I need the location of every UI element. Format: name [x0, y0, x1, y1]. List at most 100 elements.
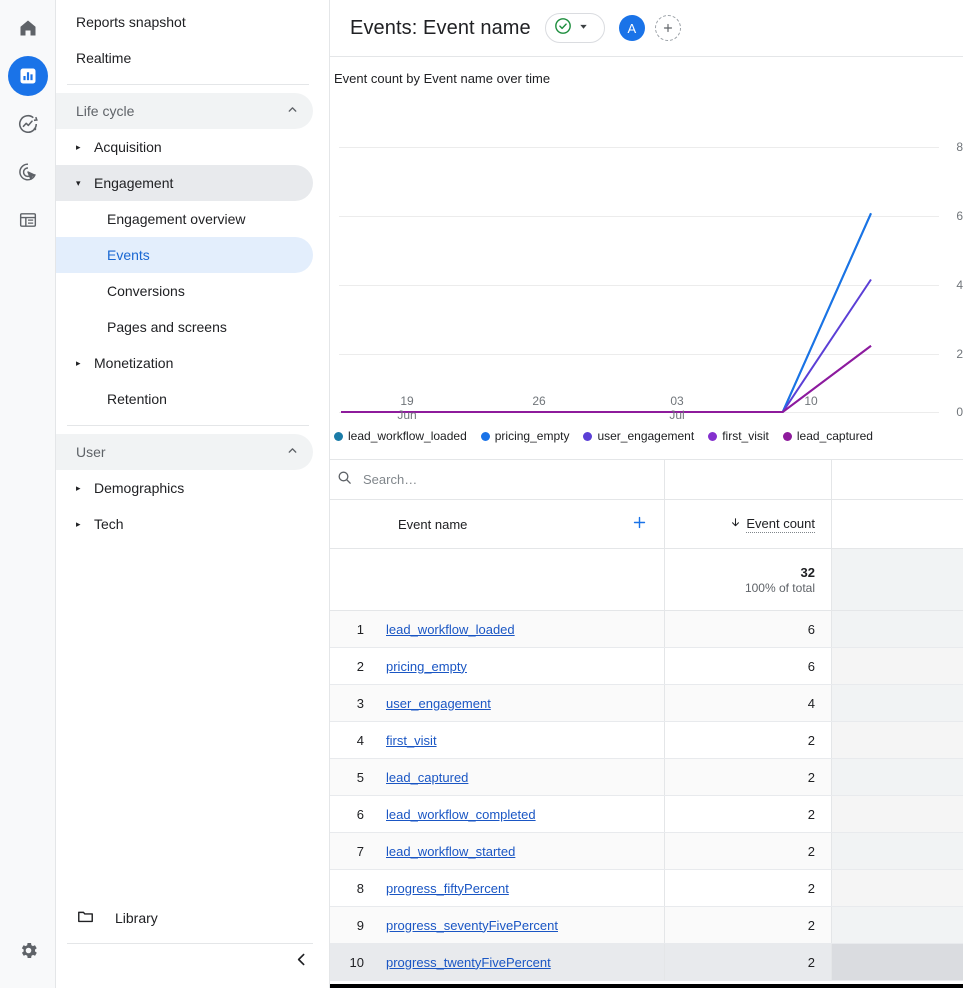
legend-color-dot [334, 431, 343, 441]
sidebar-item-demographics[interactable]: ▸ Demographics [56, 470, 313, 506]
chart-legend: lead_workflow_loaded pricing_empty user_en… [330, 426, 963, 443]
cell-extra-metric [832, 796, 963, 832]
sidebar-item-label: Monetization [94, 355, 174, 371]
reports-bar-chart-icon[interactable] [7, 56, 48, 96]
configure-list-icon[interactable] [8, 200, 48, 240]
main-content: Events: Event name A Event count by Even… [330, 0, 963, 988]
totals-cell-dimension [330, 549, 665, 610]
row-rank: 9 [356, 917, 364, 933]
table-row[interactable]: 9 progress_seventyFivePercent 2 [330, 907, 963, 944]
cell-event-name: 10 progress_twentyFivePercent [330, 944, 665, 980]
table-row[interactable]: 1 lead_workflow_loaded 6 [330, 611, 963, 648]
legend-label: lead_captured [796, 429, 873, 443]
event-name-link[interactable]: user_engagement [376, 696, 491, 711]
event-name-link[interactable]: progress_twentyFivePercent [376, 955, 551, 970]
report-status-dropdown[interactable] [544, 13, 605, 43]
sidebar-item-monetization[interactable]: ▸ Monetization [56, 345, 313, 381]
cell-event-name: 5 lead_captured [330, 759, 665, 795]
sidebar-item-events[interactable]: Events [56, 237, 313, 273]
sidebar-item-library[interactable]: Library [56, 900, 314, 936]
event-name-link[interactable]: pricing_empty [376, 659, 467, 674]
event-name-link[interactable]: lead_workflow_loaded [376, 622, 515, 637]
event-name-link[interactable]: progress_seventyFivePercent [376, 918, 558, 933]
cell-event-count: 2 [665, 907, 832, 943]
row-rank: 6 [356, 806, 364, 822]
triangle-right-icon: ▸ [76, 482, 81, 493]
chart-series-layer [341, 212, 872, 413]
table-row[interactable]: 2 pricing_empty 6 [330, 648, 963, 685]
table-row[interactable]: 4 first_visit 2 [330, 722, 963, 759]
table-row[interactable]: 8 progress_fiftyPercent 2 [330, 870, 963, 907]
add-user-button[interactable] [654, 15, 681, 41]
triangle-right-icon: ▸ [76, 357, 81, 368]
sidebar-item-tech[interactable]: ▸ Tech [56, 506, 313, 542]
legend-label: pricing_empty [494, 429, 570, 443]
explore-trend-icon[interactable] [8, 104, 48, 144]
cell-extra-metric [832, 685, 963, 721]
page-header: Events: Event name A [330, 0, 963, 57]
row-rank: 2 [356, 658, 364, 674]
total-event-count: 32 [800, 564, 815, 580]
row-rank: 1 [356, 621, 364, 637]
sidebar-item-realtime[interactable]: Realtime [56, 40, 313, 76]
event-name-link[interactable]: progress_fiftyPercent [376, 881, 509, 896]
sidebar-group-life-cycle[interactable]: Life cycle [56, 93, 313, 129]
gear-icon[interactable] [8, 930, 48, 970]
row-rank: 7 [356, 843, 364, 859]
cell-event-name: 6 lead_workflow_completed [330, 796, 665, 832]
sidebar-item-engagement[interactable]: ▾ Engagement [56, 165, 313, 201]
sidebar-item-label: Library [115, 910, 158, 926]
cell-event-count: 2 [665, 870, 832, 906]
legend-item[interactable]: pricing_empty [480, 429, 570, 443]
row-rank: 4 [356, 732, 364, 748]
advertising-target-icon[interactable] [8, 152, 48, 192]
legend-label: lead_workflow_loaded [348, 429, 467, 443]
cell-event-name: 7 lead_workflow_started [330, 833, 665, 869]
header-cell-dimension: Event name [330, 500, 665, 548]
row-rank: 5 [356, 769, 364, 785]
legend-item[interactable]: lead_workflow_loaded [334, 429, 467, 443]
event-name-link[interactable]: lead_captured [376, 770, 468, 785]
folder-icon [76, 907, 95, 929]
sidebar-item-reports-snapshot[interactable]: Reports snapshot [56, 4, 313, 40]
sidebar-divider-1 [67, 84, 309, 85]
arrow-down-icon [729, 516, 742, 532]
sidebar-divider-3 [67, 943, 313, 944]
icon-rail [0, 0, 56, 988]
legend-item[interactable]: user_engagement [583, 429, 694, 443]
cell-event-name: 9 progress_seventyFivePercent [330, 907, 665, 943]
sidebar-item-conversions[interactable]: Conversions [56, 273, 313, 309]
legend-item[interactable]: first_visit [708, 429, 769, 443]
sidebar-item-label: Realtime [76, 50, 132, 66]
sidebar-item-retention[interactable]: Retention [56, 381, 313, 417]
table-body: 1 lead_workflow_loaded 6 2 pricing_empty 6 3 us… [330, 611, 963, 981]
table-row[interactable]: 7 lead_workflow_started 2 [330, 833, 963, 870]
avatar[interactable]: A [618, 15, 645, 41]
legend-color-dot [583, 431, 593, 441]
search-box[interactable] [330, 460, 664, 499]
table-row[interactable]: 6 lead_workflow_completed 2 [330, 796, 963, 833]
sidebar-item-acquisition[interactable]: ▸ Acquisition [56, 129, 313, 165]
table-row[interactable]: 3 user_engagement 4 [330, 685, 963, 722]
add-dimension-plus-icon[interactable] [627, 514, 652, 535]
sidebar-item-pages-and-screens[interactable]: Pages and screens [56, 309, 313, 345]
table-row[interactable]: 10 progress_twentyFivePercent 2 [330, 944, 963, 981]
event-name-link[interactable]: first_visit [376, 733, 437, 748]
sidebar-group-user[interactable]: User [56, 434, 313, 470]
collapse-nav-button[interactable] [287, 948, 315, 976]
header-cell-metric[interactable]: Event count [665, 500, 832, 548]
event-name-link[interactable]: lead_workflow_started [376, 844, 515, 859]
home-icon[interactable] [8, 8, 48, 48]
legend-item[interactable]: lead_captured [782, 429, 873, 443]
cell-event-count: 6 [665, 648, 832, 684]
cell-event-name: 4 first_visit [330, 722, 665, 758]
sidebar-item-engagement-overview[interactable]: Engagement overview [56, 201, 313, 237]
search-icon [336, 469, 353, 491]
table-row[interactable]: 5 lead_captured 2 [330, 759, 963, 796]
event-name-link[interactable]: lead_workflow_completed [376, 807, 536, 822]
check-circle-icon [553, 16, 573, 41]
chevron-down-icon [578, 19, 589, 37]
search-row-spacer-extra [832, 460, 963, 499]
legend-label: first_visit [722, 429, 769, 443]
search-input[interactable] [363, 472, 623, 487]
